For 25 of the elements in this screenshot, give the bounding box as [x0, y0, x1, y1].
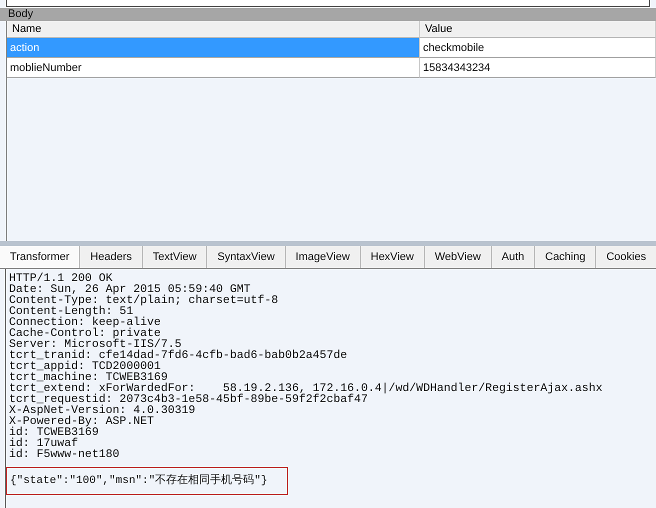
header-line: id: TCWEB3169 [9, 427, 100, 438]
header-line: Connection: keep-alive [9, 317, 162, 328]
header-line: Date: Sun, 26 Apr 2015 05:59:40 GMT [9, 284, 251, 295]
header-line: Content-Length: 51 [9, 306, 134, 317]
header-line: X-Powered-By: ASP.NET [9, 416, 155, 427]
header-line: tcrt_requestid: 2073c4b3-1e58-45bf-89be-59f2f2cbaf47 [9, 394, 368, 405]
header-line: HTTP/1.1 200 OK [9, 273, 113, 284]
table-cell[interactable]: checkmobile [420, 38, 656, 58]
response-body: {"state":"100","msn":"不存在相同手机号码"} [6, 467, 288, 495]
header-line: X-AspNet-Version: 4.0.30319 [9, 405, 196, 416]
header-line: tcrt_extend: xForWardedFor: 58.19.2.136, 172.16.0.4|/wd/WDHandler/RegisterAjax.ashx [9, 383, 604, 394]
panel-title: Body [0, 8, 656, 21]
header-line: id: 17uwaf [9, 438, 78, 449]
table-cell[interactable]: moblieNumber [7, 58, 420, 78]
header-line: tcrt_appid: TCD2000001 [9, 361, 161, 372]
column-header[interactable]: Value [420, 21, 656, 38]
header-line: Cache-Control: private [9, 328, 161, 339]
header-line: tcrt_tranid: cfe14dad-7fd6-4cfb-bad6-bab0b2a457de [9, 350, 348, 361]
column-header[interactable]: Name [7, 21, 420, 38]
tab[interactable]: Transformer [0, 246, 80, 268]
header-line: Server: Microsoft-IIS/7.5 [9, 339, 182, 350]
header-line: Content-Type: text/plain; charset=utf-8 [9, 295, 280, 306]
header-line: id: F5www-net180 [9, 449, 120, 460]
header-line: tcrt_machine: TCWEB3169 [9, 372, 168, 383]
table-cell[interactable]: 15834343234 [420, 58, 656, 78]
